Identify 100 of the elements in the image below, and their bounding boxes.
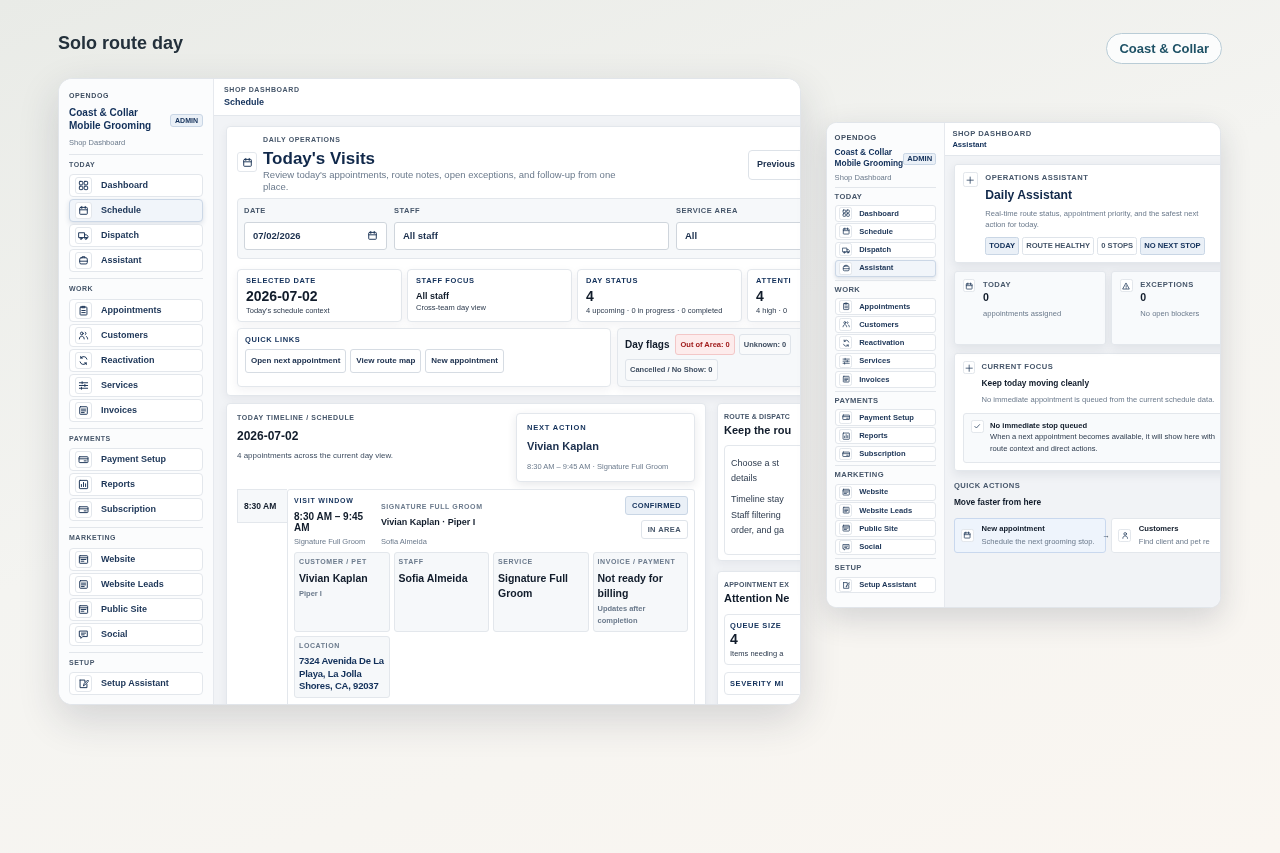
sidebar-item[interactable]: Schedule (69, 199, 203, 223)
shop-name: Coast & Collar Mobile Grooming (834, 146, 904, 170)
status-tag: 0 STOPS (1097, 236, 1138, 255)
refresh-icon (839, 336, 853, 350)
chat-icon (839, 540, 853, 554)
grid-icon (75, 177, 92, 195)
chart-icon (75, 476, 92, 494)
sidebar-item[interactable]: Subscription (834, 445, 937, 463)
page-description: Review today's appointments, route notes, open exceptions, and follow-up from one place. (263, 168, 617, 194)
section-label: MARKETING (834, 469, 885, 481)
edit-icon (75, 675, 92, 693)
sidebar-item[interactable]: Dispatch (834, 241, 937, 259)
status-tag: ROUTE HEALTHY (1022, 236, 1095, 255)
sidebar-item[interactable]: Payment Setup (834, 409, 937, 426)
doc-icon (75, 401, 92, 419)
sidebar-item[interactable]: Customers (834, 316, 937, 333)
route-note: Choose a st details (731, 456, 781, 485)
timeline-summary: 4 appointments across the current day view. (237, 450, 394, 463)
quick-action-button[interactable]: New appointment Schedule the next grooming stop. → (953, 517, 1106, 553)
sidebar-item[interactable]: Public Site (69, 597, 203, 621)
page-heading: Schedule (224, 95, 265, 109)
sidebar-item[interactable]: Invoices (69, 398, 203, 422)
sidebar-item[interactable]: Appointments (69, 298, 203, 322)
section-title: Move faster from here (953, 496, 1043, 509)
route-note: Timeline stay Staff filtering order, and ga (731, 493, 786, 537)
stat-label: EXCEPTIONS (1140, 279, 1195, 291)
sidebar-item[interactable]: Assistant (834, 259, 937, 277)
action-description: Find client and pet re (1138, 536, 1210, 548)
sidebar-item[interactable]: Reactivation (834, 334, 937, 352)
warning-icon (1119, 279, 1133, 293)
chat-icon (75, 625, 92, 643)
org-label: OPENDOG (834, 132, 878, 144)
action-description: Schedule the next grooming stop. (981, 536, 1095, 548)
action-title: New appointment (981, 522, 1046, 535)
sidebar-item[interactable]: Services (834, 352, 937, 370)
sliders-icon (839, 354, 853, 368)
sidebar-item[interactable]: Reports (69, 473, 203, 497)
sidebar-item[interactable]: Website (69, 547, 203, 571)
quick-link-button[interactable]: View route map (350, 349, 422, 374)
sidebar-item[interactable]: Dispatch (69, 224, 203, 248)
refresh-icon (75, 351, 92, 369)
people-icon (75, 326, 92, 344)
date-field[interactable]: 07/02/2026 (244, 221, 387, 250)
shop-name: Coast & Collar Mobile Grooming (69, 105, 153, 133)
sidebar-item[interactable]: Social (69, 622, 203, 646)
brand-button[interactable]: Coast & Collar (1106, 33, 1222, 64)
focus-title: Keep today moving cleanly (981, 377, 1091, 390)
notice-text: When a next appointment becomes available, it will show here with route context and direct actions. (990, 431, 1217, 456)
sidebar-item[interactable]: Setup Assistant (69, 672, 203, 696)
stat-value: All staff (416, 291, 450, 302)
sidebar-item[interactable]: Public Site (834, 520, 937, 537)
sidebar-item[interactable]: Setup Assistant (834, 576, 937, 594)
sidebar-item[interactable]: Assistant (69, 249, 203, 273)
panel-title: Attention Ne (724, 591, 791, 607)
appointment-time: 8:30 AM (237, 488, 287, 524)
card-icon (839, 447, 853, 461)
sidebar-item[interactable]: Schedule (834, 223, 937, 241)
action-title: Customers (1138, 522, 1180, 535)
sidebar-item[interactable]: Appointments (834, 298, 937, 315)
breadcrumb-label: SHOP DASHBOARD (952, 127, 1033, 139)
sidebar-item[interactable]: Services (69, 373, 203, 397)
section-eyebrow: OPERATIONS ASSISTANT (985, 172, 1090, 184)
person-icon (1118, 528, 1132, 542)
stat-note: appointments assigned (983, 308, 1062, 320)
calendar-icon (366, 229, 378, 242)
stat-value: 2026-07-02 (246, 288, 319, 305)
sidebar-item[interactable]: Social (834, 538, 937, 556)
browser-icon (75, 550, 92, 568)
stat-value: 0 (1140, 290, 1148, 304)
section-label: SETUP (834, 562, 863, 574)
calendar-icon (962, 279, 976, 293)
sidebar-item[interactable]: Dashboard (834, 205, 937, 222)
sidebar-item[interactable]: Reports (834, 427, 937, 445)
previous-button[interactable]: Previous (748, 150, 800, 180)
section-label: WORK (834, 283, 862, 295)
sidebar-item[interactable]: Website (834, 483, 937, 501)
quick-link-button[interactable]: Open next appointment (245, 349, 347, 374)
sidebar-item[interactable]: Customers (69, 323, 203, 347)
notice-title: No immediate stop queued (990, 419, 1089, 432)
sidebar-item[interactable]: Website Leads (834, 502, 937, 519)
client-pet: Vivian Kaplan · Piper I (381, 516, 477, 530)
attention-value: 4 (730, 630, 739, 648)
doc-icon (75, 575, 92, 593)
quick-action-button[interactable]: Customers Find client and pet re (1111, 517, 1221, 553)
sidebar-item[interactable]: Payment Setup (69, 448, 203, 472)
select-field[interactable]: All (676, 221, 800, 250)
sidebar-item[interactable]: Dashboard (69, 174, 203, 198)
day-flags-label: Day flags (625, 338, 670, 353)
quick-link-button[interactable]: New appointment (425, 349, 504, 374)
section-label: TODAY (834, 190, 864, 203)
tile-value: Not ready for billing (597, 570, 664, 602)
sidebar-subtitle: Shop Dashboard (834, 172, 893, 184)
sidebar-item[interactable]: Reactivation (69, 348, 203, 372)
sidebar-item[interactable]: Invoices (834, 370, 937, 388)
page-title: Today's Visits (263, 148, 377, 169)
sidebar-item[interactable]: Subscription (69, 498, 203, 522)
calendar-icon (237, 152, 257, 172)
sidebar-item[interactable]: Website Leads (69, 572, 203, 596)
select-field[interactable]: All staff (394, 221, 669, 250)
chart-icon (839, 429, 853, 443)
